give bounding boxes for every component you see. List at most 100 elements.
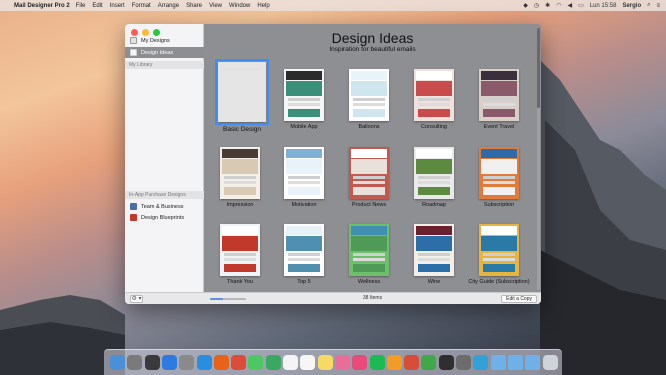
template-thumbnail[interactable]: [479, 147, 519, 199]
sidebar-item-my-designs[interactable]: My Designs: [125, 35, 204, 46]
volume-icon[interactable]: ◀: [567, 2, 572, 9]
thumbnail-block: [416, 236, 452, 251]
zoom-button[interactable]: [153, 29, 160, 36]
calendar-icon[interactable]: [283, 355, 298, 370]
scrollbar-thumb[interactable]: [537, 28, 540, 108]
finder-icon[interactable]: [110, 355, 125, 370]
thumbnail-block: [353, 181, 385, 185]
thumbnail-block: [353, 176, 385, 180]
trash-icon[interactable]: [542, 355, 558, 370]
activity-monitor-icon[interactable]: [438, 355, 454, 370]
thumbnail-block: [416, 71, 452, 81]
menu-window[interactable]: Window: [229, 3, 250, 9]
sidebar-item-label: Design Blueprints: [141, 214, 185, 221]
page-subtitle: Inspiration for beautiful emails: [329, 46, 416, 53]
thumbnail-block: [481, 81, 517, 96]
menu-share[interactable]: Share: [186, 3, 202, 9]
thumbnail-block: [416, 149, 452, 159]
bluetooth-icon[interactable]: ✱: [545, 2, 550, 9]
menu-format[interactable]: Format: [132, 3, 151, 9]
disk-utility-icon[interactable]: [456, 355, 471, 370]
thumbnail-block: [222, 226, 258, 236]
template-thumbnail[interactable]: [220, 147, 260, 199]
notification-center-icon[interactable]: ≡: [656, 3, 660, 9]
thumbnail-block: [286, 236, 322, 251]
thumbnail-block: [224, 264, 256, 272]
template-thumbnail[interactable]: [284, 224, 324, 276]
template-thumbnail[interactable]: [215, 59, 269, 125]
safari-icon[interactable]: [196, 355, 212, 370]
sidebar-item-design-ideas[interactable]: Design Ideas: [125, 47, 204, 58]
template-thumbnail[interactable]: [414, 224, 454, 276]
telegram-icon[interactable]: [473, 355, 489, 370]
template-thumbnail[interactable]: [479, 69, 519, 121]
applications-folder-icon[interactable]: [490, 355, 506, 370]
thumbnail-block: [288, 264, 320, 272]
menu-arrange[interactable]: Arrange: [158, 3, 179, 9]
battery-icon[interactable]: ▭: [578, 2, 584, 9]
photos-icon[interactable]: [334, 355, 350, 370]
gallery-footer: 38 Items Edit a Copy: [204, 292, 541, 304]
thumbnail-block: [351, 149, 387, 159]
firefox-icon[interactable]: [213, 355, 229, 370]
template-thumbnail[interactable]: [284, 69, 324, 121]
template-thumbnail[interactable]: [349, 224, 389, 276]
template-thumbnail[interactable]: [414, 147, 454, 199]
menu-file[interactable]: File: [76, 3, 86, 9]
menu-view[interactable]: View: [209, 3, 222, 9]
app-store-icon[interactable]: [161, 355, 177, 370]
thumbnail-block: [483, 98, 515, 102]
user-name[interactable]: Sergio: [622, 3, 641, 9]
documents-folder-icon[interactable]: [507, 355, 523, 370]
thumbnail-block: [353, 103, 385, 107]
mission-control-icon[interactable]: [144, 355, 160, 370]
chrome-icon[interactable]: [231, 355, 247, 370]
notes-icon[interactable]: [317, 355, 333, 370]
spotlight-icon[interactable]: ⌕: [647, 2, 650, 9]
template-label: Event Travel: [483, 124, 515, 130]
mail-designer-icon[interactable]: [404, 355, 420, 370]
evernote-icon[interactable]: [421, 355, 437, 370]
dropbox-icon[interactable]: ◆: [523, 2, 528, 9]
thumbnail-block: [222, 149, 258, 159]
menu-app-name[interactable]: Mail Designer Pro 2: [14, 3, 70, 9]
thumbnail-block: [353, 109, 385, 117]
sidebar-item-team-business[interactable]: Team & Business: [125, 201, 204, 212]
launchpad-icon[interactable]: [127, 355, 143, 370]
template-thumbnail[interactable]: [284, 147, 324, 199]
facetime-icon[interactable]: [265, 355, 281, 370]
system-preferences-icon[interactable]: [179, 355, 195, 370]
template-thumbnail[interactable]: [220, 224, 260, 276]
team-icon: [130, 203, 137, 210]
messages-icon[interactable]: [248, 355, 264, 370]
thumbnail-block: [288, 109, 320, 117]
menu-help[interactable]: Help: [257, 3, 269, 9]
template-thumbnail[interactable]: [414, 69, 454, 121]
spotify-icon[interactable]: [369, 355, 385, 370]
timemachine-icon[interactable]: ◷: [534, 2, 539, 9]
thumbnail-block: [416, 81, 452, 96]
menu-edit[interactable]: Edit: [92, 3, 102, 9]
template-thumbnail[interactable]: [349, 69, 389, 121]
thumbnail-block: [481, 71, 517, 81]
edit-copy-button[interactable]: Edit a Copy: [501, 295, 537, 303]
menu-insert[interactable]: Insert: [110, 3, 125, 9]
itunes-icon[interactable]: [352, 355, 368, 370]
thumbnail-block: [286, 71, 322, 81]
wifi-icon[interactable]: ◠: [556, 2, 561, 9]
close-button[interactable]: [131, 29, 138, 36]
downloads-folder-icon[interactable]: [525, 355, 541, 370]
thumbnail-block: [351, 159, 387, 174]
sidebar-item-design-blueprints[interactable]: Design Blueprints: [125, 212, 204, 223]
ibooks-icon[interactable]: [386, 355, 402, 370]
thumbnail-block: [286, 149, 322, 159]
template-thumbnail[interactable]: [479, 224, 519, 276]
template-thumbnail[interactable]: [349, 147, 389, 199]
minimize-button[interactable]: [142, 29, 149, 36]
gallery-scrollbar[interactable]: [537, 28, 540, 290]
sidebar-header-library: My Library: [125, 61, 204, 69]
reminders-icon[interactable]: [300, 355, 316, 370]
lightbulb-icon: [130, 49, 137, 56]
gear-menu-button[interactable]: ⚙ ▾: [130, 294, 143, 303]
clock[interactable]: Lun 15:58: [590, 3, 617, 9]
